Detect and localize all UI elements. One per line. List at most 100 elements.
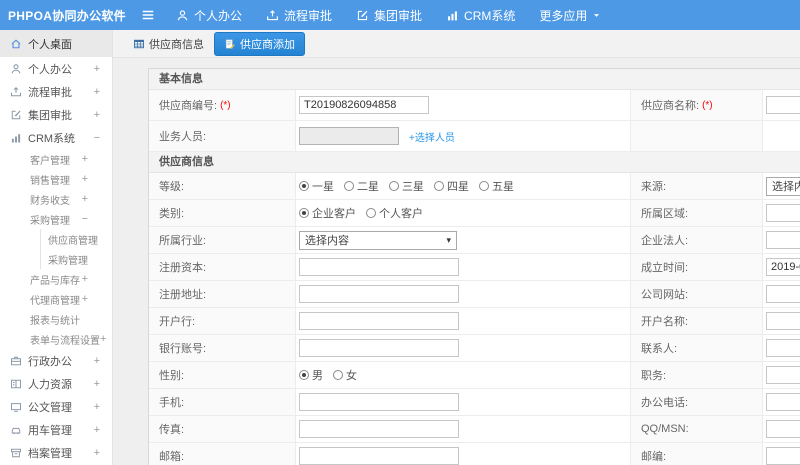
expand-toggle-icon[interactable]: + [94,378,100,390]
sidebar-item[interactable]: 人力资源 + [0,372,112,395]
text-input[interactable] [766,447,800,465]
select-input[interactable]: 选择内容▾ [766,176,800,196]
text-input[interactable] [766,285,800,303]
text-input[interactable] [766,366,800,384]
expand-toggle-icon[interactable]: + [94,447,100,459]
radio-option[interactable]: 二星 [344,178,379,194]
expand-toggle-icon[interactable]: + [94,401,100,413]
choose-person-link[interactable]: +选择人员 [409,129,455,144]
field-value-cell: 选择内容▾ [763,173,800,199]
expand-toggle-icon[interactable]: + [82,173,88,185]
field-value-cell [296,90,631,120]
expand-toggle-icon[interactable]: + [94,86,100,98]
expand-toggle-icon[interactable]: + [82,153,88,165]
topnav-item[interactable]: 集团审批 [356,7,422,24]
sidebar-item[interactable]: 档案管理 + [0,441,112,464]
sidebar-item[interactable]: 客户管理 + [0,149,112,169]
sidebar-item[interactable]: 产品与库存 + [0,269,112,289]
sidebar-item[interactable]: 用车管理 + [0,418,112,441]
text-input[interactable] [299,258,459,276]
text-input[interactable] [299,447,459,465]
radio-option[interactable]: 五星 [479,178,514,194]
select-input[interactable]: 选择内容▾ [299,230,457,250]
sidebar-item[interactable]: CRM系统 − [0,126,112,149]
form-row: 注册资本: 成立时间: [149,254,800,281]
text-input[interactable] [299,393,459,411]
sidebar-item[interactable]: 财务收支 + [0,189,112,209]
radio-option-label: 女 [346,370,357,382]
topnav-item-label: 更多应用 [539,8,588,23]
sidebar-item[interactable]: 报表与统计 [0,309,112,329]
expand-toggle-icon[interactable]: + [82,293,88,305]
text-input[interactable] [299,312,459,330]
radio-option[interactable]: 企业客户 [299,205,356,221]
text-input[interactable] [766,96,800,114]
field-label: QQ/MSN: [641,423,689,435]
text-input[interactable] [766,420,800,438]
field-label-cell: 邮编: [631,443,763,465]
sidebar-item[interactable]: 公文管理 + [0,395,112,418]
text-input[interactable] [299,339,459,357]
topnav-item[interactable]: 更多应用 [539,7,601,24]
form-section: 供应商信息等级:一星二星三星四星五星来源:选择内容▾类别:企业客户个人客户所属区… [149,152,800,465]
text-input[interactable] [766,258,800,276]
expand-toggle-icon[interactable]: + [100,333,106,345]
text-input[interactable] [299,420,459,438]
sidebar-item[interactable]: 采购管理 [0,249,112,269]
expand-toggle-icon[interactable]: − [94,132,100,144]
radio-dot [333,370,343,380]
expand-toggle-icon[interactable]: + [94,424,100,436]
form-row: 等级: 一星 二星 三星 四星 五星 来源: 选择内容▾ [149,173,800,200]
radio-option[interactable]: 男 [299,367,323,383]
text-input[interactable] [766,231,800,249]
sidebar-item[interactable]: 流程审批 + [0,80,112,103]
expand-toggle-icon[interactable]: + [94,355,100,367]
tab-supplier-add[interactable]: 供应商添加 [214,31,305,56]
text-input[interactable] [766,312,800,330]
readonly-input[interactable] [299,127,399,145]
menu-toggle-button[interactable] [136,8,160,22]
sidebar-item-label: 财务收支 [30,195,70,207]
sidebar-item-label: 报表与统计 [30,315,80,327]
topnav-item[interactable]: 个人办公 [176,7,242,24]
sidebar-item[interactable]: 行政办公 + [0,349,112,372]
sidebar-item[interactable]: 采购管理 − [0,209,112,229]
expand-toggle-icon[interactable]: + [94,109,100,121]
sidebar-item[interactable]: 个人桌面 [0,30,112,57]
expand-toggle-icon[interactable]: + [82,193,88,205]
radio-option[interactable]: 一星 [299,178,334,194]
field-label: 所属区域: [641,208,689,220]
topnav-item[interactable]: CRM系统 [446,7,515,24]
sidebar-item[interactable]: 销售管理 + [0,169,112,189]
tab-supplier-info[interactable]: 供应商信息 [133,36,204,52]
text-input[interactable] [766,339,800,357]
topnav-item[interactable]: 流程审批 [266,7,332,24]
sidebar-item-label: 表单与流程设置 [30,335,100,347]
form-row: 供应商编号:(*)供应商名称:(*) [149,90,800,121]
radio-dot [299,370,309,380]
field-label: 手机: [159,397,185,409]
expand-toggle-icon[interactable]: + [94,63,100,75]
sidebar-item[interactable]: 个人办公 + [0,57,112,80]
expand-toggle-icon[interactable]: + [82,273,88,285]
field-label: 类别: [159,208,185,220]
text-input[interactable] [299,285,459,303]
field-label-cell: 供应商名称: (*) [631,90,763,120]
radio-option[interactable]: 三星 [389,178,424,194]
field-label-cell: 业务人员: [149,121,296,151]
radio-option[interactable]: 个人客户 [366,205,423,221]
sidebar-item[interactable]: 表单与流程设置 + [0,329,112,349]
briefcase-icon [10,355,22,367]
sidebar-item[interactable]: 代理商管理 + [0,289,112,309]
text-input[interactable] [299,96,429,114]
text-input[interactable] [766,204,800,222]
field-label-cell: 开户行: [149,308,296,334]
radio-option[interactable]: 女 [333,367,357,383]
sidebar-item[interactable]: 集团审批 + [0,103,112,126]
expand-toggle-icon[interactable]: − [82,213,88,225]
radio-option[interactable]: 四星 [434,178,469,194]
app-logo: PHPOA协同办公软件 [8,8,126,23]
sidebar-item[interactable]: 供应商管理 [0,229,112,249]
field-value-cell [763,281,800,307]
text-input[interactable] [766,393,800,411]
